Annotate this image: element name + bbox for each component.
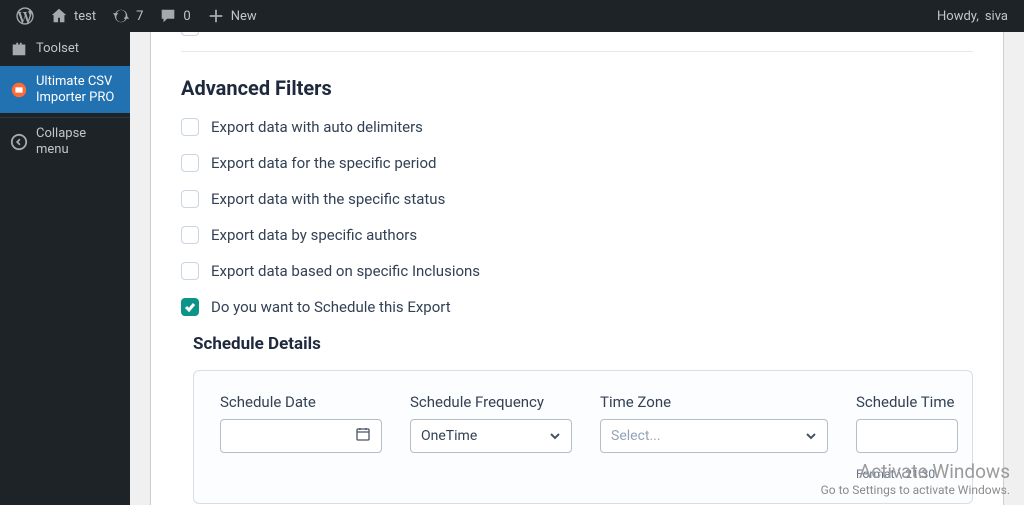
- filter-row-specific-authors: Export data by specific authors: [181, 226, 973, 244]
- filter-row-specific-period: Export data for the specific period: [181, 154, 973, 172]
- howdy-account[interactable]: Howdy, siva: [929, 0, 1016, 32]
- sidebar-item-ultimate-csv-importer[interactable]: Ultimate CSV Importer PRO: [0, 66, 130, 113]
- howdy-prefix: Howdy,: [937, 9, 979, 24]
- checkbox-specific-period[interactable]: [181, 154, 199, 172]
- filter-label: Do you want to Schedule this Export: [211, 298, 451, 316]
- schedule-time-label: Schedule Time: [856, 393, 958, 411]
- sidebar-item-label: Toolset: [36, 41, 79, 57]
- schedule-details-heading: Schedule Details: [193, 334, 973, 354]
- content-area: Split the Record Advanced Filters Export…: [130, 32, 1024, 505]
- checkbox-schedule-export[interactable]: [181, 298, 199, 316]
- advanced-filters-heading: Advanced Filters: [181, 76, 973, 100]
- schedule-frequency-label: Schedule Frequency: [410, 393, 572, 411]
- collapse-menu-button[interactable]: Collapse menu: [0, 117, 130, 165]
- checkbox-specific-inclusions[interactable]: [181, 262, 199, 280]
- time-zone-field: Time Zone Select...: [600, 393, 828, 453]
- schedule-frequency-select[interactable]: OneTime: [410, 419, 572, 453]
- schedule-frequency-field: Schedule Frequency OneTime: [410, 393, 572, 453]
- filter-label: Export data by specific authors: [211, 226, 417, 244]
- checkbox-specific-authors[interactable]: [181, 226, 199, 244]
- howdy-user: siva: [985, 9, 1008, 24]
- collapse-icon: [10, 133, 28, 151]
- export-card: Split the Record Advanced Filters Export…: [150, 32, 1004, 505]
- filter-label: Export data for the specific period: [211, 154, 436, 172]
- new-label: New: [231, 9, 257, 24]
- comment-icon: [159, 7, 177, 25]
- admin-sidebar: Toolset Ultimate CSV Importer PRO Collap…: [0, 32, 130, 505]
- new-content-link[interactable]: New: [199, 0, 265, 32]
- schedule-time-hint: Format \ 21:30: [856, 467, 958, 481]
- checkbox-specific-status[interactable]: [181, 190, 199, 208]
- collapse-label: Collapse menu: [36, 126, 120, 157]
- site-name-text: test: [74, 9, 96, 24]
- schedule-date-label: Schedule Date: [220, 393, 382, 411]
- sidebar-item-toolset[interactable]: Toolset: [0, 32, 130, 66]
- updates-count: 7: [136, 9, 143, 24]
- time-zone-select[interactable]: Select...: [600, 419, 828, 453]
- updates-link[interactable]: 7: [104, 0, 151, 32]
- site-name-link[interactable]: test: [42, 0, 104, 32]
- filter-row-specific-inclusions: Export data based on specific Inclusions: [181, 262, 973, 280]
- comments-link[interactable]: 0: [151, 0, 198, 32]
- wordpress-icon: [16, 7, 34, 25]
- filter-row-auto-delimiters: Export data with auto delimiters: [181, 118, 973, 136]
- time-zone-placeholder: Select...: [611, 428, 661, 444]
- checkbox-split-record[interactable]: [181, 32, 199, 36]
- filter-label: Export data with the specific status: [211, 190, 445, 208]
- time-zone-label: Time Zone: [600, 393, 828, 411]
- previous-option-row: Split the Record: [181, 32, 973, 52]
- comments-count: 0: [183, 9, 190, 24]
- filter-row-schedule-export: Do you want to Schedule this Export: [181, 298, 973, 316]
- schedule-date-input[interactable]: [220, 419, 382, 453]
- plugin-icon: [10, 81, 28, 99]
- schedule-time-field: Schedule Time Format \ 21:30: [856, 393, 958, 481]
- briefcase-icon: [10, 40, 28, 58]
- schedule-time-input[interactable]: [856, 419, 958, 453]
- sidebar-item-label: Ultimate CSV Importer PRO: [36, 74, 120, 105]
- filter-row-specific-status: Export data with the specific status: [181, 190, 973, 208]
- wp-admin-bar: test 7 0 New Howdy, siva: [0, 0, 1024, 32]
- home-icon: [50, 7, 68, 25]
- refresh-icon: [112, 7, 130, 25]
- wp-logo[interactable]: [8, 0, 42, 32]
- schedule-frequency-value: OneTime: [421, 428, 477, 444]
- schedule-details-panel: Schedule Date Schedule Frequency OneTime…: [193, 370, 973, 504]
- filter-label: Export data based on specific Inclusions: [211, 262, 480, 280]
- schedule-date-field: Schedule Date: [220, 393, 382, 453]
- plus-icon: [207, 7, 225, 25]
- calendar-icon: [355, 426, 371, 446]
- filter-label: Export data with auto delimiters: [211, 118, 423, 136]
- chevron-down-icon: [549, 430, 561, 442]
- checkbox-auto-delimiters[interactable]: [181, 118, 199, 136]
- chevron-down-icon: [805, 430, 817, 442]
